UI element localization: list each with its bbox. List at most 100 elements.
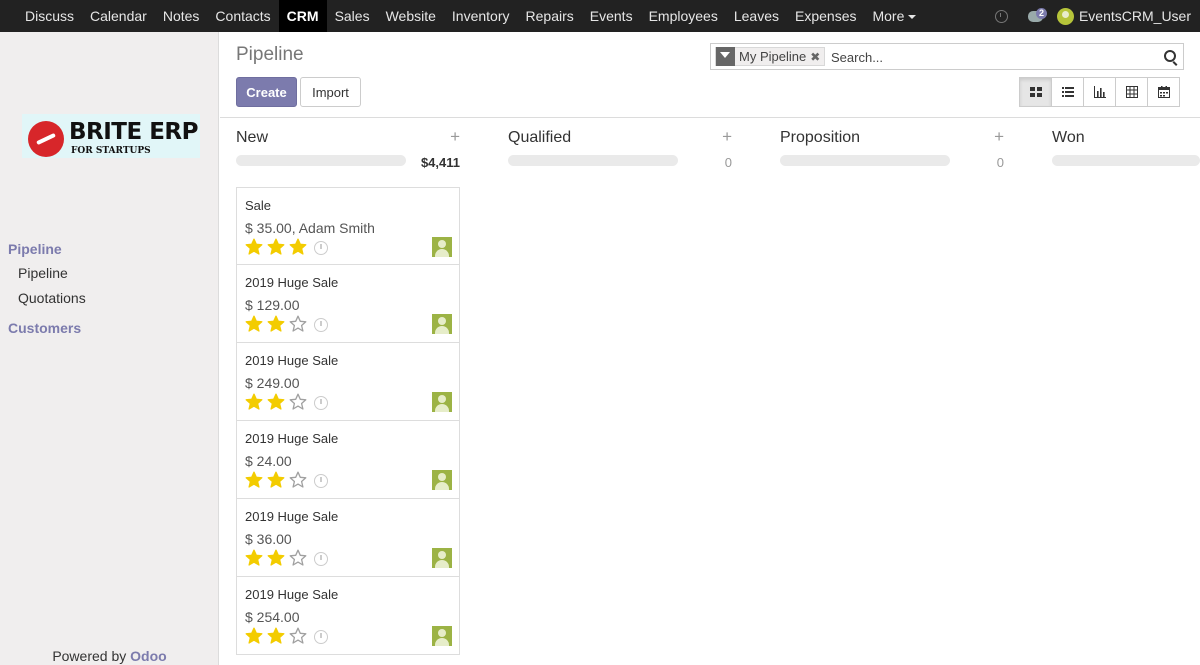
menu-discuss[interactable]: Discuss [17, 0, 82, 32]
star-filled-icon[interactable] [267, 315, 285, 333]
column-progress-bar[interactable] [780, 155, 950, 166]
salesperson-avatar [432, 548, 452, 568]
sidebar-item-pipeline[interactable]: Pipeline [18, 265, 68, 281]
star-filled-icon[interactable] [245, 627, 263, 645]
star-filled-icon[interactable] [245, 238, 263, 256]
kanban-icon [1029, 87, 1042, 97]
messaging-menu[interactable]: 2 [1027, 7, 1047, 22]
activity-clock-icon[interactable] [314, 474, 328, 488]
column-title[interactable]: Won [1052, 129, 1085, 147]
opportunity-card[interactable]: 2019 Huge Sale $ 249.00 [236, 343, 460, 421]
star-filled-icon[interactable] [245, 471, 263, 489]
column-title[interactable]: New [236, 129, 268, 147]
activity-clock-icon[interactable] [314, 318, 328, 332]
priority-stars [245, 238, 328, 256]
card-amount: $ 129.00 [245, 297, 300, 313]
powered-by-prefix: Powered by [52, 648, 127, 664]
breadcrumb: Pipeline [236, 44, 304, 65]
import-button[interactable]: Import [300, 77, 361, 107]
user-avatar[interactable] [1056, 7, 1074, 25]
chevron-down-icon [908, 15, 917, 20]
priority-stars [245, 549, 328, 567]
activity-clock-icon[interactable] [314, 552, 328, 566]
column-progress-bar[interactable] [508, 155, 678, 166]
star-empty-icon[interactable] [289, 315, 307, 333]
powered-by-odoo-link[interactable]: Odoo [130, 648, 167, 664]
star-empty-icon[interactable] [289, 627, 307, 645]
star-filled-icon[interactable] [289, 238, 307, 256]
column-title[interactable]: Qualified [508, 129, 571, 147]
menu-more-label: More [872, 8, 905, 24]
search-input[interactable] [831, 48, 1151, 66]
menu-notes[interactable]: Notes [155, 0, 208, 32]
table-icon [1125, 86, 1138, 98]
company-logo[interactable]: BRITE ERP FOR STARTUPS [22, 114, 200, 158]
quick-create-icon[interactable]: + [722, 127, 732, 147]
pivot-view-button[interactable] [1115, 77, 1148, 107]
priority-stars [245, 315, 328, 333]
opportunity-card[interactable]: Sale $ 35.00, Adam Smith [236, 187, 460, 265]
card-title: 2019 Huge Sale [245, 353, 339, 368]
star-empty-icon[interactable] [289, 393, 307, 411]
menu-leaves[interactable]: Leaves [726, 0, 787, 32]
calendar-view-button[interactable] [1147, 77, 1180, 107]
sidebar-section-pipeline[interactable]: Pipeline [8, 241, 62, 257]
star-filled-icon[interactable] [267, 471, 285, 489]
search-bar[interactable]: My Pipeline ✖ [710, 43, 1184, 70]
activity-clock-icon[interactable] [314, 241, 328, 255]
column-progress-bar[interactable] [1052, 155, 1200, 166]
activity-clock-icon[interactable] [314, 396, 328, 410]
menu-repairs[interactable]: Repairs [518, 0, 582, 32]
priority-stars [245, 627, 328, 645]
menu-events[interactable]: Events [582, 0, 641, 32]
menu-contacts[interactable]: Contacts [207, 0, 278, 32]
quick-create-icon[interactable]: + [450, 127, 460, 147]
salesperson-avatar [432, 626, 452, 646]
create-button[interactable]: Create [236, 77, 297, 107]
menu-expenses[interactable]: Expenses [787, 0, 864, 32]
star-filled-icon[interactable] [267, 238, 285, 256]
menu-employees[interactable]: Employees [641, 0, 726, 32]
menu-sales[interactable]: Sales [327, 0, 378, 32]
message-count-badge: 2 [1035, 7, 1047, 19]
card-amount: $ 36.00 [245, 531, 292, 547]
menu-more[interactable]: More [864, 0, 924, 32]
star-empty-icon[interactable] [289, 471, 307, 489]
menu-website[interactable]: Website [378, 0, 444, 32]
activity-clock-icon[interactable] [994, 9, 1008, 23]
column-progress-bar[interactable] [236, 155, 406, 166]
opportunity-card[interactable]: 2019 Huge Sale $ 24.00 [236, 421, 460, 499]
app-menu: Discuss Calendar Notes Contacts CRM Sale… [0, 0, 924, 32]
search-facet: My Pipeline ✖ [715, 47, 826, 66]
opportunity-card[interactable]: 2019 Huge Sale $ 254.00 [236, 577, 460, 655]
star-filled-icon[interactable] [267, 549, 285, 567]
user-menu-name[interactable]: EventsCRM_User [1079, 8, 1191, 24]
quick-create-icon[interactable]: + [994, 127, 1004, 147]
list-view-button[interactable] [1051, 77, 1084, 107]
search-icon[interactable] [1164, 50, 1176, 62]
star-filled-icon[interactable] [245, 549, 263, 567]
sidebar: BRITE ERP FOR STARTUPS Pipeline Pipeline… [0, 32, 219, 665]
column-total: $4,411 [420, 155, 460, 170]
sidebar-section-customers[interactable]: Customers [8, 320, 81, 336]
sidebar-item-quotations[interactable]: Quotations [18, 290, 86, 306]
graph-view-button[interactable] [1083, 77, 1116, 107]
kanban-view-button[interactable] [1019, 77, 1052, 107]
menu-inventory[interactable]: Inventory [444, 0, 518, 32]
column-title[interactable]: Proposition [780, 129, 860, 147]
star-filled-icon[interactable] [245, 315, 263, 333]
salesperson-avatar [432, 470, 452, 490]
priority-stars [245, 471, 328, 489]
star-filled-icon[interactable] [267, 393, 285, 411]
top-navbar: Discuss Calendar Notes Contacts CRM Sale… [0, 0, 1200, 32]
activity-clock-icon[interactable] [314, 630, 328, 644]
opportunity-card[interactable]: 2019 Huge Sale $ 36.00 [236, 499, 460, 577]
star-filled-icon[interactable] [267, 627, 285, 645]
star-filled-icon[interactable] [245, 393, 263, 411]
menu-crm[interactable]: CRM [278, 0, 327, 32]
menu-calendar[interactable]: Calendar [82, 0, 155, 32]
card-amount: $ 35.00, Adam Smith [245, 220, 375, 236]
star-empty-icon[interactable] [289, 549, 307, 567]
remove-facet-icon[interactable]: ✖ [810, 50, 824, 64]
opportunity-card[interactable]: 2019 Huge Sale $ 129.00 [236, 265, 460, 343]
